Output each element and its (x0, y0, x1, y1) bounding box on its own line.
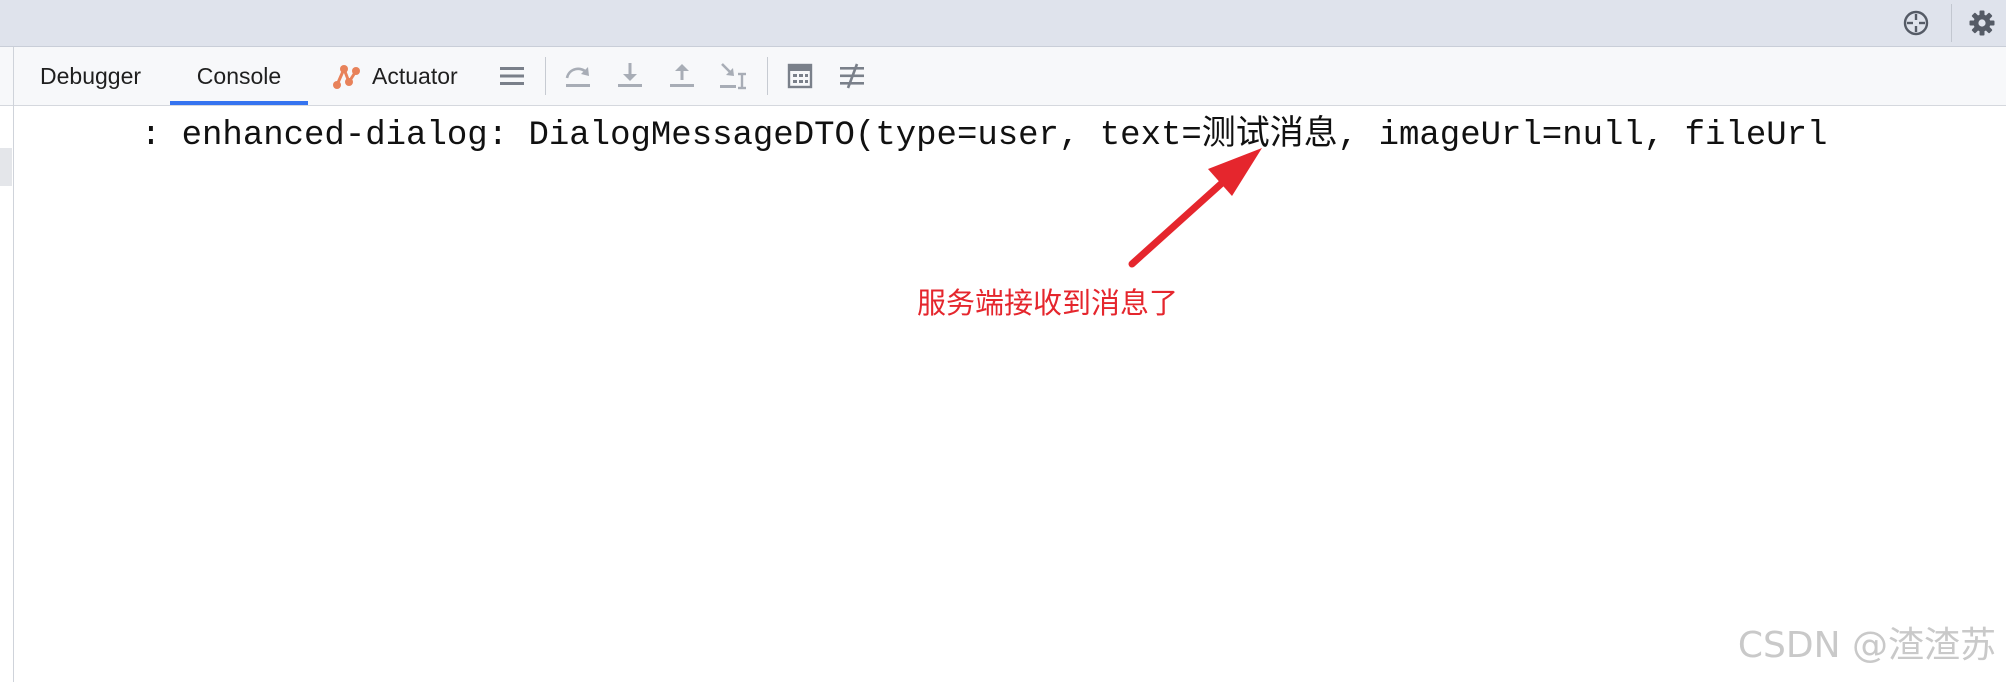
log-line: : enhanced-dialog: DialogMessageDTO(type… (100, 117, 1828, 155)
step-into-icon[interactable] (614, 60, 646, 92)
step-out-icon[interactable] (666, 60, 698, 92)
crosshair-icon[interactable] (1899, 6, 1933, 40)
evaluate-expression-icon[interactable] (784, 60, 816, 92)
toolbar-divider (767, 57, 768, 95)
title-strip (0, 0, 2006, 47)
toolbar-divider (1951, 4, 1952, 42)
gear-icon[interactable] (1965, 6, 1999, 40)
annotation-text: 服务端接收到消息了 (917, 286, 1179, 320)
gutter-marker (0, 148, 12, 186)
tool-window-tabbar: Debugger Console Actuator (0, 47, 2006, 106)
tab-debugger[interactable]: Debugger (40, 47, 158, 105)
tab-actuator[interactable]: Actuator (330, 47, 470, 105)
list-menu-icon[interactable] (496, 60, 528, 92)
watermark: CSDN @渣渣苏 (1737, 625, 1996, 666)
trace-settings-icon[interactable] (836, 60, 868, 92)
toolbar-divider (545, 57, 546, 95)
console-output[interactable]: : enhanced-dialog: DialogMessageDTO(type… (14, 106, 2006, 682)
ide-window: Debugger Console Actuator: enhanced-dia… (0, 0, 2006, 682)
run-to-cursor-icon[interactable] (718, 60, 750, 92)
tab-label: Actuator (372, 62, 458, 89)
actuator-icon (330, 60, 362, 92)
step-over-icon[interactable] (562, 60, 594, 92)
tab-console[interactable]: Console (170, 47, 308, 105)
tab-label: Debugger (40, 62, 142, 89)
tab-label: Console (196, 62, 282, 89)
